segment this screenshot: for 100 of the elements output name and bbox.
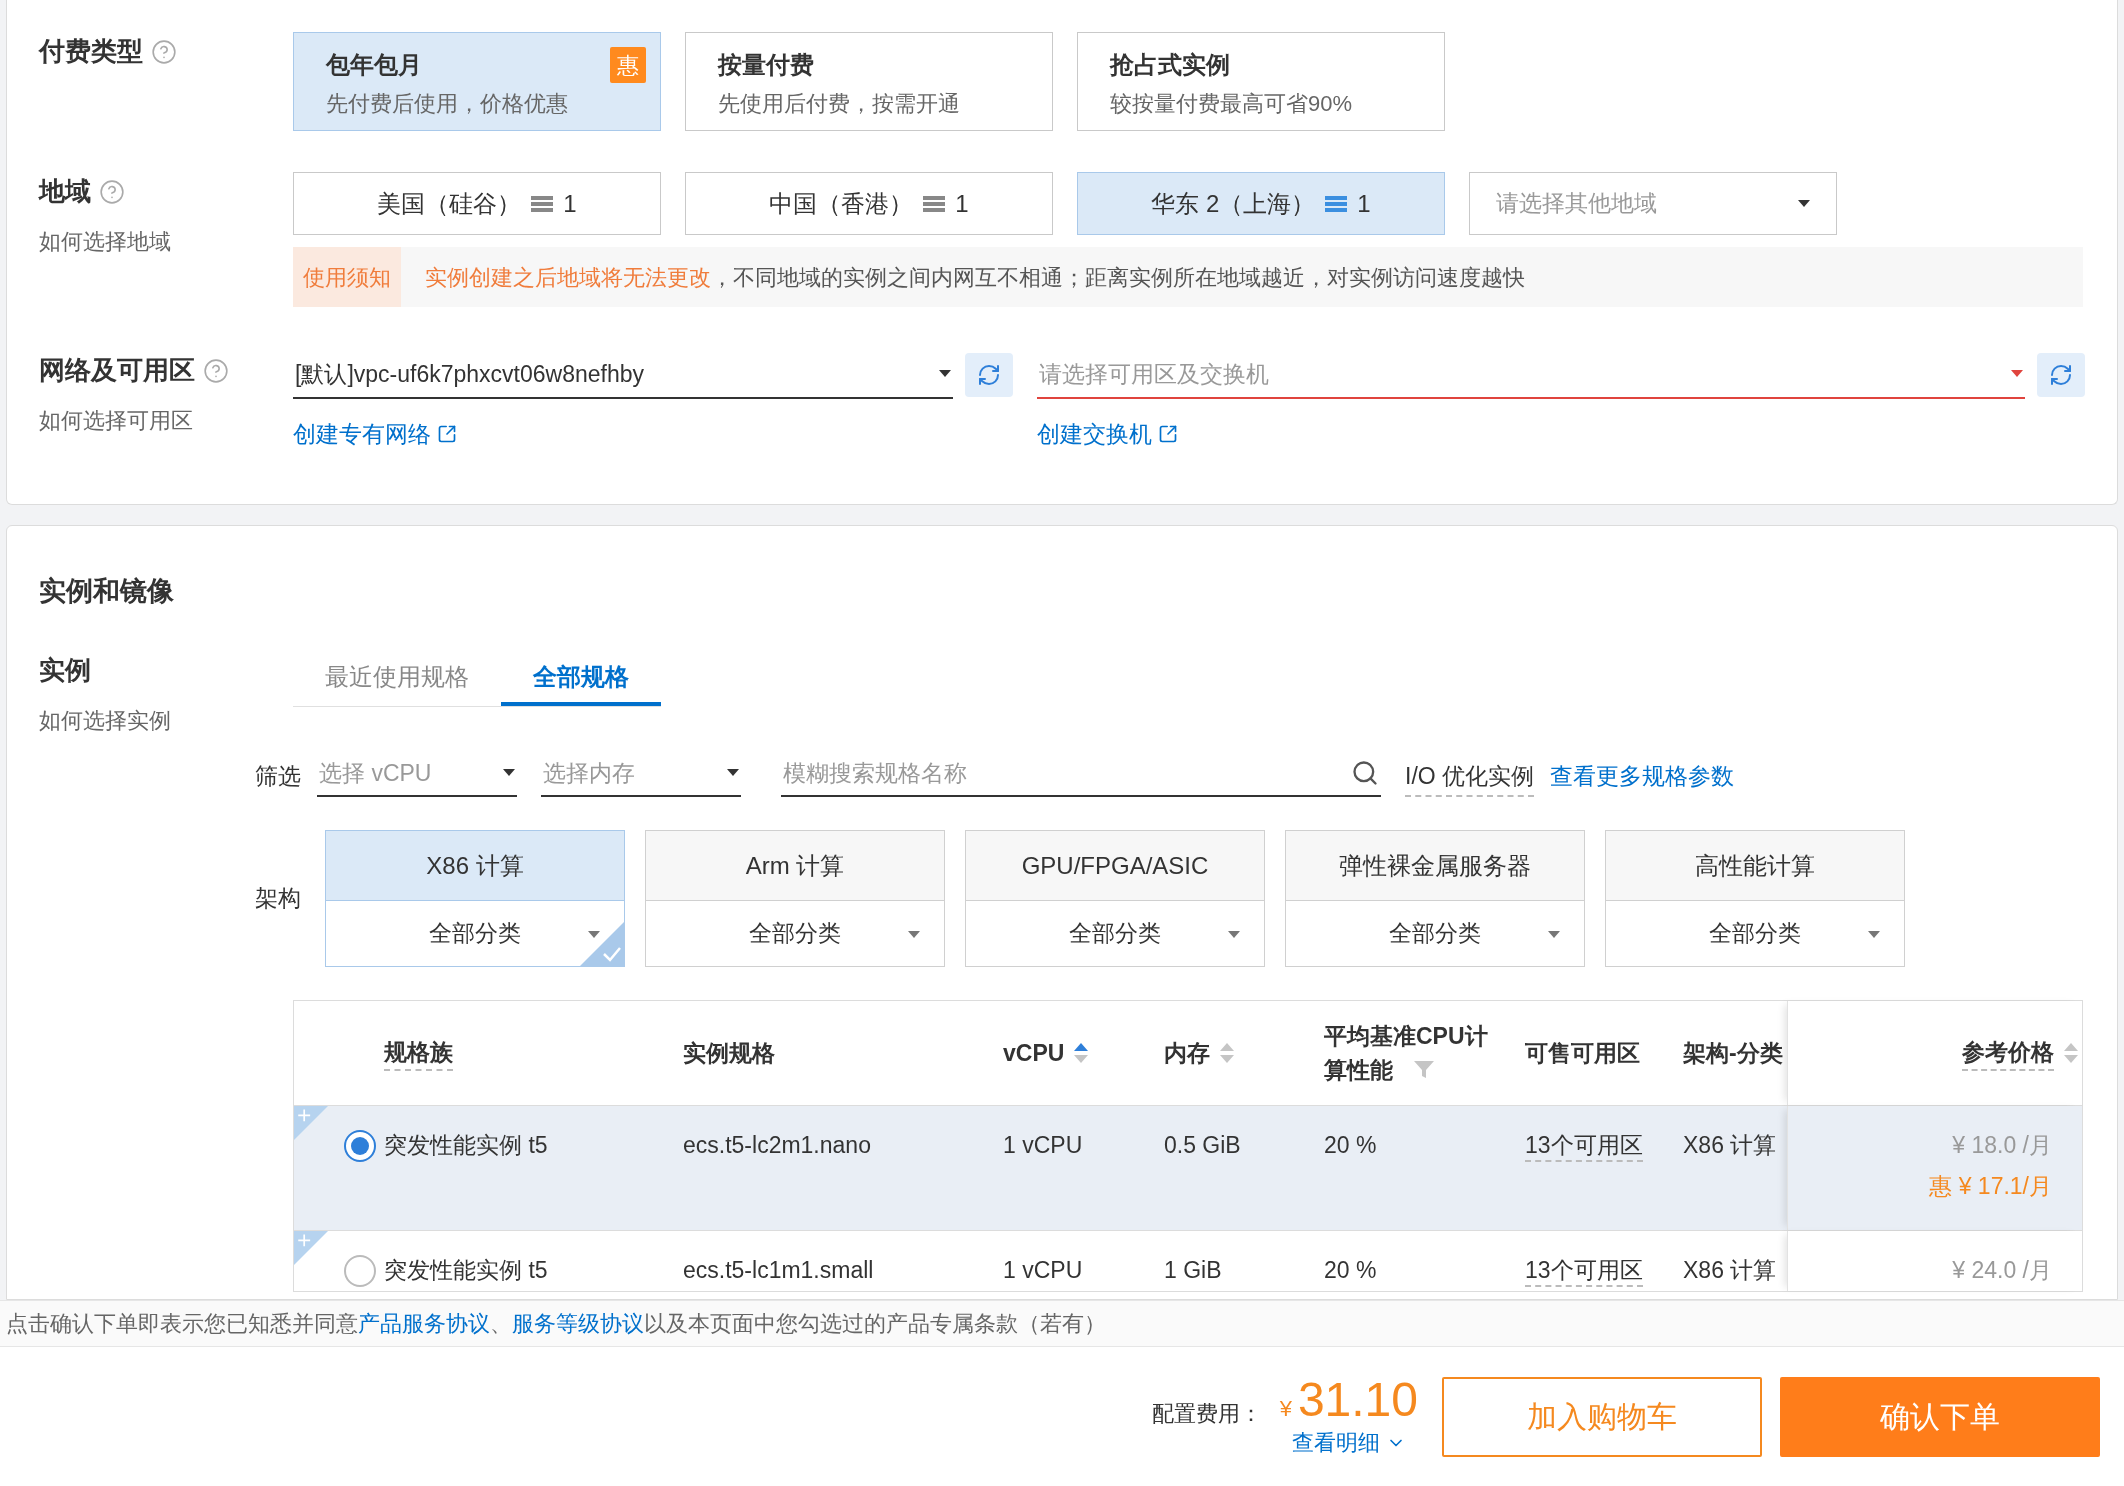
help-link[interactable]: 如何选择实例 (39, 704, 171, 737)
vpc-select[interactable]: [默认]vpc-uf6k7phxcvt06w8nefhby (293, 351, 953, 399)
architecture-card[interactable]: GPU/FPGA/ASIC 全部分类 (965, 830, 1265, 967)
caret-icon (1228, 931, 1240, 939)
caret-icon (908, 931, 920, 939)
table-row[interactable]: 突发性能实例 t5 ecs.t5-lc1m1.small 1 vCPU 1 GiB 20 % 13个可用区 X86 计算 ¥ 24.0 /月 (294, 1231, 2082, 1291)
region-count: 1 (563, 188, 577, 219)
caret-icon (2011, 370, 2023, 378)
payment-option[interactable]: 包年包月 先付费后使用，价格优惠 惠 (293, 32, 661, 131)
table-cell: 1 vCPU (1003, 1257, 1083, 1283)
tab[interactable]: 全部规格 (501, 651, 661, 706)
table-cell: 0.5 GiB (1164, 1132, 1241, 1158)
help-icon[interactable] (99, 178, 125, 205)
expand-corner-icon[interactable] (294, 1106, 328, 1140)
help-icon[interactable] (203, 357, 229, 384)
sla-link[interactable]: 服务等级协议 (512, 1311, 644, 1336)
filter-label: 筛选 (255, 761, 301, 791)
architecture-label: 架构 (255, 884, 302, 914)
category-select[interactable]: 全部分类 (1709, 916, 1801, 951)
table-cell: X86 计算 (1683, 1132, 1777, 1158)
radio-button[interactable] (344, 1255, 376, 1287)
payment-option[interactable]: 抢占式实例 较按量付费最高可省90% (1077, 32, 1445, 131)
architecture-card[interactable]: X86 计算 全部分类 (325, 830, 625, 967)
notice-text: 实例创建之后地域将无法更改，不同地域的实例之间内网互不相通；距离实例所在地域越近，对实例访问速度越快 (425, 263, 1525, 292)
column-header[interactable]: 参考价格 (1962, 1034, 2054, 1072)
region-name: 华东 2（上海） (1151, 188, 1316, 219)
price-cell-text: ¥ 18.0 /月 (1952, 1131, 2052, 1160)
table-cell: 20 % (1324, 1132, 1377, 1158)
architecture-name: 高性能计算 (1606, 831, 1904, 901)
external-link-icon (1158, 424, 1178, 445)
region-option[interactable]: 华东 2（上海） 1 (1077, 172, 1445, 235)
column-header[interactable]: vCPU (1003, 1035, 1065, 1071)
tab[interactable]: 最近使用规格 (293, 651, 501, 706)
server-icon (923, 194, 946, 213)
column-header: 实例规格 (683, 1038, 775, 1068)
table-cell: 1 vCPU (1003, 1132, 1083, 1158)
architecture-card[interactable]: Arm 计算 全部分类 (645, 830, 945, 967)
panel-title: 实例和镜像 (39, 576, 175, 606)
column-header: 架构-分类 (1683, 1038, 1783, 1068)
expand-corner-icon[interactable] (294, 1231, 328, 1265)
more-specs-link[interactable]: 查看更多规格参数 (1550, 758, 1735, 797)
table-row[interactable]: 突发性能实例 t5 ecs.t5-lc2m1.nano 1 vCPU 0.5 GiB 20 % 13个可用区 X86 计算 ¥ 18.0 /月 惠 ¥ 17.1/月 (294, 1106, 2082, 1231)
create-vpc-link[interactable]: 创建专有网络 (293, 417, 457, 452)
table-cell: ecs.t5-lc1m1.small (683, 1257, 874, 1283)
column-header[interactable]: 规格族 (384, 1034, 453, 1072)
sort-icon (1220, 1041, 1234, 1065)
architecture-name: Arm 计算 (646, 831, 944, 901)
caret-icon (727, 769, 739, 777)
price-cell-text: ¥ 24.0 /月 (1952, 1256, 2052, 1285)
category-select[interactable]: 全部分类 (1389, 916, 1481, 951)
view-details-link[interactable]: 查看明细 (1291, 1426, 1406, 1459)
caret-icon (939, 370, 951, 378)
region-count: 1 (955, 188, 969, 219)
refresh-button[interactable] (2037, 353, 2085, 397)
option-subtitle: 较按量付费最高可省90% (1110, 90, 1354, 118)
region-option[interactable]: 中国（香港） 1 (685, 172, 1053, 235)
architecture-card[interactable]: 高性能计算 全部分类 (1605, 830, 1905, 967)
section-label: 付费类型 (39, 35, 143, 68)
total-price: 31.10 (1297, 1374, 1418, 1426)
caret-icon (1548, 931, 1560, 939)
search-icon (1351, 759, 1379, 787)
refresh-button[interactable] (965, 353, 1013, 397)
option-title: 包年包月 (326, 50, 422, 80)
region-name: 中国（香港） (769, 188, 914, 219)
region-count: 1 (1357, 188, 1371, 219)
architecture-name: 弹性裸金属服务器 (1286, 831, 1584, 901)
category-select[interactable]: 全部分类 (429, 916, 521, 951)
architecture-name: X86 计算 (326, 831, 624, 901)
table-cell: X86 计算 (1683, 1257, 1777, 1283)
currency-symbol: ¥ (1279, 1395, 1292, 1423)
table-cell: 突发性能实例 t5 (384, 1132, 548, 1158)
column-header[interactable]: 内存 (1164, 1035, 1210, 1071)
category-select[interactable]: 全部分类 (1069, 916, 1161, 951)
section-label: 实例 (39, 654, 91, 687)
server-icon (531, 194, 554, 213)
table-cell: 13个可用区 (1525, 1257, 1643, 1287)
help-link[interactable]: 如何选择地域 (39, 225, 171, 258)
agreement-text: 点击确认下单即表示您已知悉并同意产品服务协议、服务等级协议以及本页面中您勾选过的产品专属条款（若有） (6, 1310, 1106, 1338)
table-cell: ecs.t5-lc2m1.nano (683, 1132, 871, 1158)
category-select[interactable]: 全部分类 (749, 916, 841, 951)
region-option[interactable]: 美国（硅谷） 1 (293, 172, 661, 235)
radio-button[interactable] (344, 1130, 376, 1162)
option-title: 按量付费 (718, 50, 814, 80)
caret-icon (503, 769, 515, 777)
column-header[interactable]: 平均基准CPU计算性能 (1324, 1019, 1494, 1087)
sort-icon (1074, 1041, 1089, 1065)
discount-price: 惠 ¥ 17.1/月 (1929, 1171, 2052, 1201)
help-icon[interactable] (151, 38, 177, 65)
column-header: 可售可用区 (1525, 1038, 1640, 1068)
payment-option[interactable]: 按量付费 先使用后付费，按需开通 (685, 32, 1053, 131)
architecture-name: GPU/FPGA/ASIC (966, 831, 1264, 901)
cost-label: 配置费用： (1151, 1400, 1262, 1428)
sort-icon (2064, 1041, 2078, 1065)
create-vswitch-link[interactable]: 创建交换机 (1037, 417, 1178, 452)
notice-tag: 使用须知 (293, 247, 401, 307)
architecture-card[interactable]: 弹性裸金属服务器 全部分类 (1285, 830, 1585, 967)
help-link[interactable]: 如何选择可用区 (39, 404, 193, 437)
service-agreement-link[interactable]: 产品服务协议 (358, 1311, 490, 1336)
section-label: 网络及可用区 (39, 354, 195, 387)
table-cell: 1 GiB (1164, 1257, 1222, 1283)
